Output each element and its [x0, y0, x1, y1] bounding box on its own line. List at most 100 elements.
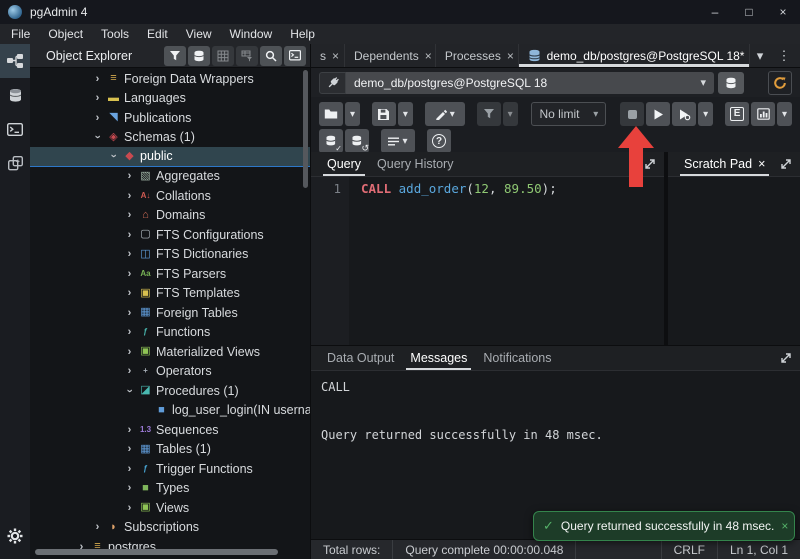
- filter-button[interactable]: [476, 102, 501, 126]
- tab-scratch-pad[interactable]: Scratch Pad ×: [676, 152, 773, 176]
- tree-item-functions[interactable]: › ƒ Functions: [30, 323, 310, 343]
- scratch-pad-expand-button[interactable]: [780, 152, 800, 176]
- tab-list-chevron-icon[interactable]: ▾: [750, 48, 770, 64]
- tree-item-trigger-functions[interactable]: › ƒ Trigger Functions: [30, 459, 310, 479]
- search-objects-button[interactable]: [260, 45, 282, 66]
- tab-data-output[interactable]: Data Output: [319, 346, 402, 370]
- scratch-pad-editor[interactable]: [668, 177, 800, 345]
- tab-messages[interactable]: Messages: [402, 346, 475, 370]
- tree-vertical-scrollbar[interactable]: [303, 70, 308, 188]
- tree-item-types[interactable]: › ■ Types: [30, 479, 310, 499]
- filter-menu-button[interactable]: ▾: [502, 102, 518, 126]
- tree-item-operators[interactable]: › + Operators: [30, 362, 310, 382]
- tree-item-fts-dictionaries[interactable]: › ◫ FTS Dictionaries: [30, 245, 310, 265]
- tree-chevron-icon[interactable]: ›: [122, 307, 137, 319]
- row-limit-select[interactable]: No limit ▾: [531, 102, 607, 126]
- query-tool-button[interactable]: [188, 45, 210, 66]
- reset-layout-button[interactable]: [768, 70, 792, 95]
- tree-item-tables-1[interactable]: › ▦ Tables (1): [30, 440, 310, 460]
- kebab-menu-icon[interactable]: ⋮: [774, 48, 794, 64]
- help-button[interactable]: ?: [427, 129, 451, 153]
- main-tab-processes[interactable]: Processes ×: [436, 44, 519, 67]
- maximize-button[interactable]: □: [732, 0, 766, 24]
- tree-chevron-icon[interactable]: ›: [90, 73, 105, 85]
- execute-options-button[interactable]: [672, 102, 697, 126]
- psql-tool-nav-button[interactable]: [0, 112, 30, 146]
- macros-button[interactable]: ▾: [381, 129, 415, 153]
- menu-view[interactable]: View: [177, 24, 221, 44]
- menu-tools[interactable]: Tools: [92, 24, 138, 44]
- tree-item-domains[interactable]: › ⌂ Domains: [30, 206, 310, 226]
- tree-chevron-icon[interactable]: ›: [90, 92, 105, 104]
- menu-window[interactable]: Window: [221, 24, 282, 44]
- tree-chevron-icon[interactable]: ›: [122, 346, 137, 358]
- tree-item-views[interactable]: › ▣ Views: [30, 498, 310, 518]
- tree-item-foreign-data-wrappers[interactable]: › ≡ Foreign Data Wrappers: [30, 69, 310, 89]
- tree-item-aggregates[interactable]: › ▧ Aggregates: [30, 167, 310, 187]
- explain-button[interactable]: E: [725, 102, 750, 126]
- filtered-rows-button[interactable]: [236, 45, 258, 66]
- execute-menu-button[interactable]: ▾: [698, 102, 714, 126]
- schema-diff-nav-button[interactable]: [0, 146, 30, 180]
- query-tool-nav-button[interactable]: [0, 78, 30, 112]
- tree-item-materialized-views[interactable]: › ▣ Materialized Views: [30, 342, 310, 362]
- tree-item-publications[interactable]: › ◥ Publications: [30, 108, 310, 128]
- tree-item-public[interactable]: › ◆ public: [30, 147, 310, 167]
- close-icon[interactable]: ×: [507, 49, 514, 63]
- main-tab-s[interactable]: s ×: [311, 44, 345, 67]
- tab-query[interactable]: Query: [319, 152, 369, 176]
- edit-menu-button[interactable]: ▾: [424, 102, 465, 126]
- open-file-menu-button[interactable]: ▾: [345, 102, 360, 126]
- menu-edit[interactable]: Edit: [138, 24, 177, 44]
- tree-item-subscriptions[interactable]: › ◗ Subscriptions: [30, 518, 310, 538]
- connection-dropdown[interactable]: demo_db/postgres@PostgreSQL 18 ▾: [346, 71, 714, 94]
- menu-help[interactable]: Help: [281, 24, 324, 44]
- main-tab-demo-db-postgres-postgresql-18[interactable]: demo_db/postgres@PostgreSQL 18*×: [518, 44, 750, 67]
- tree-item-sequences[interactable]: › 1.3 Sequences: [30, 420, 310, 440]
- output-panel-expand-button[interactable]: [780, 346, 800, 370]
- tree-chevron-icon[interactable]: ›: [122, 229, 137, 241]
- toast-close-icon[interactable]: ×: [781, 519, 788, 533]
- tree-chevron-icon[interactable]: ›: [122, 287, 137, 299]
- tree-chevron-icon[interactable]: ›: [122, 326, 137, 338]
- tree-item-foreign-tables[interactable]: › ▦ Foreign Tables: [30, 303, 310, 323]
- menu-file[interactable]: File: [2, 24, 39, 44]
- tree-item-fts-configurations[interactable]: › ▢ FTS Configurations: [30, 225, 310, 245]
- tree-chevron-icon[interactable]: ›: [122, 463, 137, 475]
- minimize-button[interactable]: –: [698, 0, 732, 24]
- close-icon[interactable]: ×: [332, 49, 339, 63]
- tree-item-fts-parsers[interactable]: › Aa FTS Parsers: [30, 264, 310, 284]
- new-connection-button[interactable]: [718, 71, 744, 94]
- close-icon[interactable]: ×: [758, 157, 765, 171]
- tree-chevron-icon[interactable]: ›: [92, 130, 104, 145]
- save-button[interactable]: [371, 102, 396, 126]
- tree-item-collations[interactable]: › A↓ Collations: [30, 186, 310, 206]
- tree-chevron-icon[interactable]: ›: [90, 112, 105, 124]
- connection-status-button[interactable]: [319, 71, 346, 94]
- object-explorer-nav-button[interactable]: [0, 44, 30, 78]
- query-panel-expand-button[interactable]: [644, 152, 664, 176]
- close-icon[interactable]: ×: [425, 49, 432, 63]
- tab-notifications[interactable]: Notifications: [475, 346, 559, 370]
- tree-chevron-icon[interactable]: ›: [122, 268, 137, 280]
- sql-editor[interactable]: 1 CALL add_order(12, 89.50);: [311, 177, 664, 345]
- save-menu-button[interactable]: ▾: [397, 102, 413, 126]
- tree-chevron-icon[interactable]: ›: [122, 482, 137, 494]
- main-tab-dependents[interactable]: Dependents ×: [345, 44, 436, 67]
- view-data-button[interactable]: [212, 45, 234, 66]
- tree-chevron-icon[interactable]: ›: [122, 170, 137, 182]
- explain-analyze-button[interactable]: [751, 102, 776, 126]
- tree-chevron-icon[interactable]: ›: [122, 365, 137, 377]
- tree-chevron-icon[interactable]: ›: [90, 521, 105, 533]
- tree-chevron-icon[interactable]: ›: [108, 149, 120, 164]
- settings-button[interactable]: [0, 519, 30, 553]
- open-file-button[interactable]: [319, 102, 343, 126]
- execute-button[interactable]: [646, 102, 671, 126]
- filter-button[interactable]: [164, 45, 186, 66]
- tree-item-procedures-1[interactable]: › ◪ Procedures (1): [30, 381, 310, 401]
- tree-chevron-icon[interactable]: ›: [122, 424, 137, 436]
- explain-menu-button[interactable]: ▾: [777, 102, 793, 126]
- tree-item-schemas-1[interactable]: › ◈ Schemas (1): [30, 128, 310, 148]
- tree-item-log-user-login-in-username-te[interactable]: ■ log_user_login(IN username te: [30, 401, 310, 421]
- tree-chevron-icon[interactable]: ›: [122, 209, 137, 221]
